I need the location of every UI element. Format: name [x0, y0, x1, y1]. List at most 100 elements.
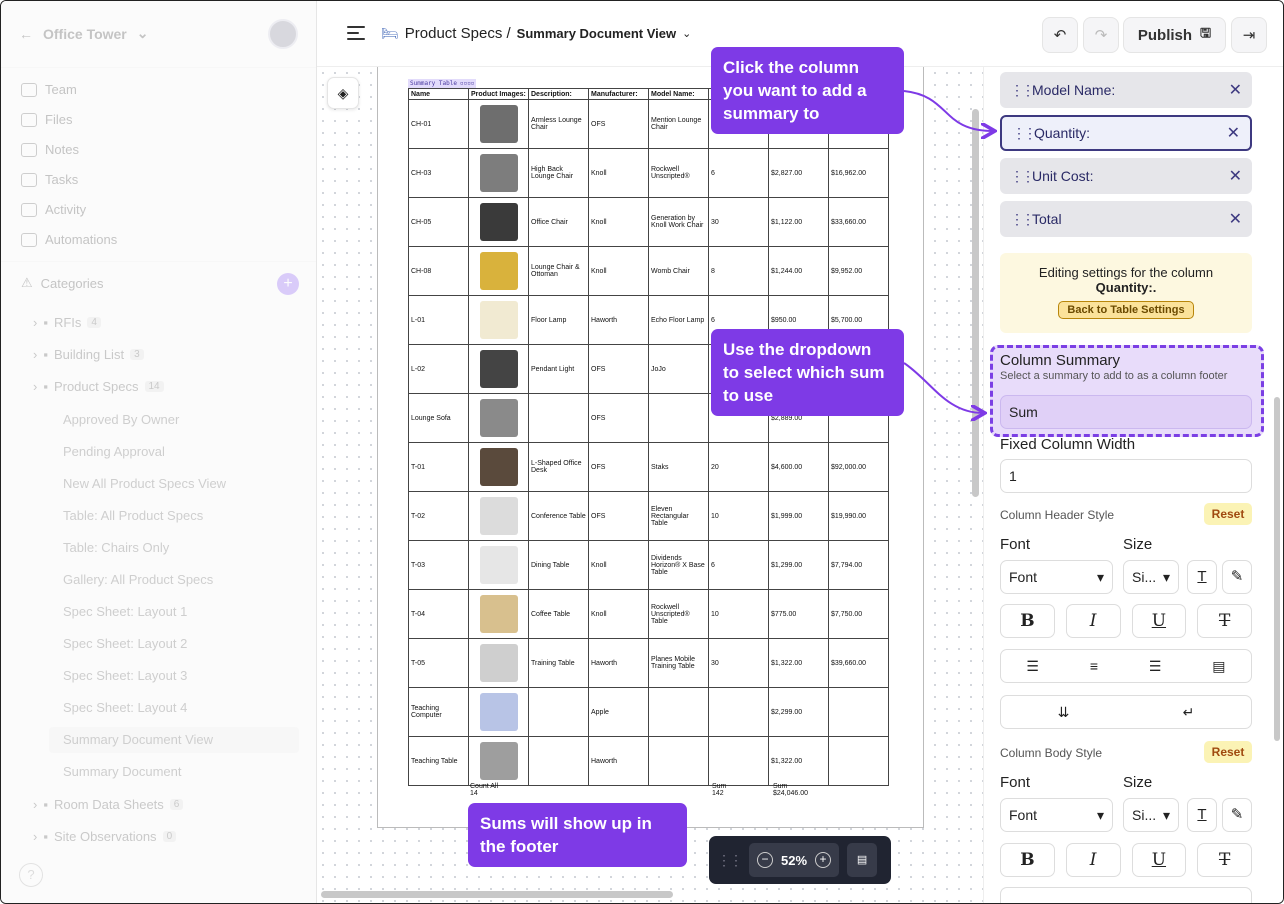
- layers-icon[interactable]: ◈: [327, 77, 359, 109]
- close-icon[interactable]: ✕: [1227, 123, 1240, 143]
- strikethrough-icon[interactable]: T: [1197, 604, 1252, 638]
- italic-icon[interactable]: I: [1065, 843, 1121, 877]
- tree-item[interactable]: › ▪ Room Data Sheets 6: [33, 797, 184, 812]
- add-category-button[interactable]: +: [277, 273, 299, 295]
- table-row[interactable]: CH-08 Lounge Chair & Ottoman Knoll Womb Cha…: [408, 246, 889, 296]
- table-row[interactable]: Teaching Table Haworth $1,322.00: [408, 736, 889, 786]
- tree-item[interactable]: › ▪ RFIs 4: [33, 315, 101, 330]
- drag-handle-icon[interactable]: ⋮⋮: [1010, 82, 1035, 99]
- view-item[interactable]: Table: All Product Specs: [63, 508, 203, 523]
- panel-scrollbar[interactable]: [1274, 397, 1280, 741]
- highlight-pen-icon[interactable]: ✎: [1222, 560, 1252, 594]
- summary-table-tag[interactable]: Summary Table ▫▫▫▫: [408, 79, 477, 88]
- column-chip-unitcost[interactable]: ⋮⋮ Unit Cost: ✕: [1000, 158, 1252, 194]
- view-item[interactable]: Summary Document View: [63, 732, 213, 747]
- italic-icon[interactable]: I: [1065, 604, 1121, 638]
- chevron-right-icon[interactable]: ›: [33, 347, 37, 362]
- tree-item[interactable]: › ▪ Building List 3: [33, 347, 144, 362]
- pdf-export-icon[interactable]: ▤: [847, 843, 878, 877]
- chevron-right-icon[interactable]: ›: [33, 379, 37, 394]
- chevron-down-icon[interactable]: ⌄: [682, 27, 691, 40]
- table-header-cell[interactable]: Product Images:: [468, 88, 529, 100]
- view-item[interactable]: New All Product Specs View: [63, 476, 226, 491]
- nav-item-notes[interactable]: Notes: [21, 142, 79, 157]
- table-row[interactable]: T-04 Coffee Table Knoll Rockwell Unscripted…: [408, 589, 889, 639]
- back-to-table-settings-button[interactable]: Back to Table Settings: [1058, 301, 1194, 319]
- chevron-right-icon[interactable]: ›: [33, 797, 37, 812]
- view-item[interactable]: Table: Chairs Only: [63, 540, 169, 555]
- fixed-width-input[interactable]: 1: [1000, 459, 1252, 493]
- view-item[interactable]: Spec Sheet: Layout 1: [63, 604, 187, 619]
- align-right-icon[interactable]: ☰: [1149, 658, 1162, 675]
- column-chip-modelname[interactable]: ⋮⋮ Model Name: ✕: [1000, 72, 1252, 108]
- bold-icon[interactable]: B: [1000, 843, 1055, 877]
- header-font-select[interactable]: Font ▾: [1000, 560, 1113, 594]
- underline-icon[interactable]: U: [1131, 604, 1187, 638]
- close-icon[interactable]: ✕: [1229, 80, 1242, 100]
- text-color-icon[interactable]: T: [1187, 798, 1217, 832]
- back-arrow-icon[interactable]: ←: [19, 26, 33, 42]
- drag-handle-icon[interactable]: ⋮⋮: [1012, 125, 1037, 142]
- underline-icon[interactable]: U: [1131, 843, 1187, 877]
- bold-icon[interactable]: B: [1000, 604, 1055, 638]
- nav-item-team[interactable]: Team: [21, 82, 77, 97]
- column-summary-select[interactable]: Sum: [1000, 395, 1252, 429]
- header-size-select[interactable]: Si... ▾: [1123, 560, 1179, 594]
- nav-item-activity[interactable]: Activity: [21, 202, 86, 217]
- horizontal-scrollbar[interactable]: [321, 891, 673, 898]
- zoom-in-icon[interactable]: +: [815, 852, 832, 868]
- align-center-icon[interactable]: ≡: [1090, 658, 1098, 674]
- table-row[interactable]: T-02 Conference Table OFS Eleven Rectangula…: [408, 491, 889, 541]
- drag-handle-icon[interactable]: ⋮⋮: [1010, 211, 1035, 228]
- view-item[interactable]: Spec Sheet: Layout 2: [63, 636, 187, 651]
- view-item[interactable]: Pending Approval: [63, 444, 165, 459]
- zoom-out-icon[interactable]: −: [757, 852, 773, 868]
- breadcrumb-product-specs[interactable]: Product Specs /: [405, 25, 511, 42]
- header-reset-button[interactable]: Reset: [1204, 503, 1252, 525]
- breadcrumb-current-view[interactable]: Summary Document View: [517, 26, 676, 41]
- tree-item[interactable]: › ▪ Site Observations 0: [33, 829, 177, 844]
- chevron-right-icon[interactable]: ›: [33, 829, 37, 844]
- undo-button[interactable]: ↶: [1042, 17, 1078, 53]
- summary-table[interactable]: Name Product Images: Description: Manufactu…: [408, 88, 889, 786]
- column-chip-total[interactable]: ⋮⋮ Total ✕: [1000, 201, 1252, 237]
- collapse-panel-button[interactable]: ⇥: [1231, 17, 1267, 53]
- canvas[interactable]: ◈ Summary Table ▫▫▫▫ Name Product Images:…: [317, 67, 983, 903]
- table-row[interactable]: Teaching Computer Apple $2,299.00: [408, 687, 889, 737]
- table-header-cell[interactable]: Manufacturer:: [588, 88, 649, 100]
- vertical-align-icon[interactable]: ⇊: [1058, 704, 1070, 721]
- vertical-scrollbar[interactable]: [972, 109, 979, 497]
- table-row[interactable]: CH-05 Office Chair Knoll Generation by Knol…: [408, 197, 889, 247]
- table-row[interactable]: CH-03 High Back Lounge Chair Knoll Rockwell…: [408, 148, 889, 198]
- drag-handle-icon[interactable]: ⋮⋮: [1010, 168, 1035, 185]
- table-header-cell[interactable]: Description:: [528, 88, 589, 100]
- close-icon[interactable]: ✕: [1229, 166, 1242, 186]
- view-item[interactable]: Gallery: All Product Specs: [63, 572, 213, 587]
- view-item[interactable]: Summary Document: [63, 764, 181, 779]
- text-color-icon[interactable]: T: [1187, 560, 1217, 594]
- table-row[interactable]: T-01 L-Shaped Office Desk OFS Staks 20 $4,600…: [408, 442, 889, 492]
- table-row[interactable]: T-05 Training Table Haworth Planes Mobile T…: [408, 638, 889, 688]
- drag-handle-icon[interactable]: ⋮⋮: [717, 852, 743, 869]
- redo-button[interactable]: ↷: [1083, 17, 1119, 53]
- body-font-select[interactable]: Font ▾: [1000, 798, 1113, 832]
- nav-item-automations[interactable]: Automations: [21, 232, 117, 247]
- table-header-cell[interactable]: Model Name:: [648, 88, 709, 100]
- document-page[interactable]: Summary Table ▫▫▫▫ Name Product Images: De…: [377, 67, 924, 828]
- table-header-cell[interactable]: Name: [408, 88, 469, 100]
- menu-icon[interactable]: [347, 26, 365, 40]
- highlight-pen-icon[interactable]: ✎: [1222, 798, 1252, 832]
- chevron-right-icon[interactable]: ›: [33, 315, 37, 330]
- align-justify-icon[interactable]: ▤: [1212, 658, 1225, 675]
- align-left-icon[interactable]: ☰: [1026, 658, 1039, 675]
- nav-item-tasks[interactable]: Tasks: [21, 172, 78, 187]
- body-size-select[interactable]: Si... ▾: [1123, 798, 1179, 832]
- text-wrap-icon[interactable]: ↵: [1183, 704, 1195, 721]
- view-item[interactable]: Approved By Owner: [63, 412, 179, 427]
- body-reset-button[interactable]: Reset: [1204, 741, 1252, 763]
- close-icon[interactable]: ✕: [1229, 209, 1242, 229]
- view-item[interactable]: Spec Sheet: Layout 4: [63, 700, 187, 715]
- workspace-switcher[interactable]: ← Office Tower ⌄: [19, 25, 149, 42]
- tree-item[interactable]: › ▪ Product Specs 14: [33, 379, 164, 394]
- avatar[interactable]: [268, 19, 298, 49]
